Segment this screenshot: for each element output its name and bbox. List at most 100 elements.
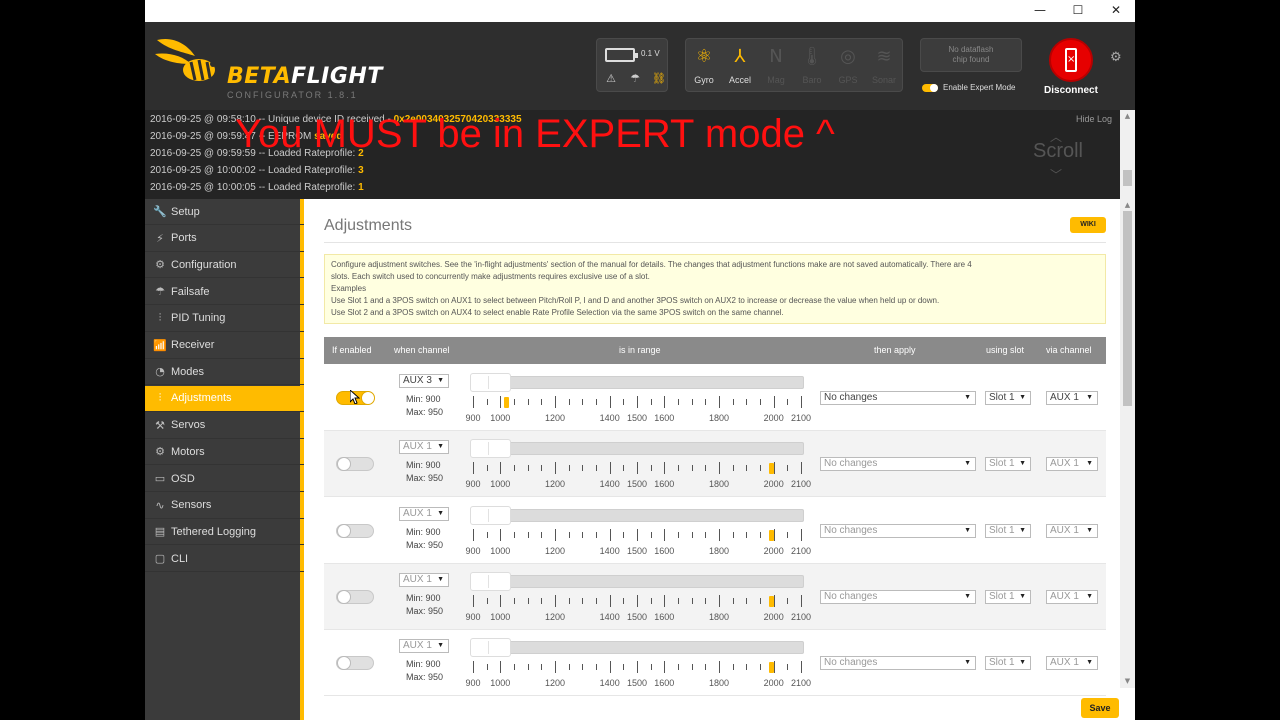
settings-gear-icon[interactable]: ⚙ — [1110, 50, 1122, 65]
disconnect-button[interactable] — [1049, 38, 1093, 82]
range-slider-handle[interactable] — [470, 571, 511, 591]
hide-log-link[interactable]: Hide Log — [1076, 114, 1112, 124]
channel-select[interactable]: AUX 1 ▼ — [399, 506, 449, 521]
range-tick — [568, 399, 570, 405]
slot-select[interactable]: Slot 1 ▼ — [985, 457, 1031, 472]
range-tick — [582, 399, 584, 405]
channel-value-marker — [768, 463, 774, 475]
range-slider-track[interactable] — [470, 574, 804, 588]
channel-select[interactable]: AUX 1 ▼ — [399, 639, 449, 654]
scroll-down-chevron-icon[interactable]: ﹀ — [1050, 166, 1062, 183]
range-tick — [760, 664, 761, 671]
tick-label: 1800 — [708, 678, 730, 689]
range-tick — [623, 597, 625, 604]
via-channel-select[interactable]: AUX 1 ▼ — [1046, 523, 1098, 538]
expert-mode-switch[interactable] — [922, 83, 938, 92]
sidebar-item-pid-tuning[interactable]: ⫶ PID Tuning — [145, 306, 304, 332]
channel-select[interactable]: AUX 3 ▼ — [399, 374, 449, 388]
channel-select[interactable]: AUX 1 ▼ — [399, 572, 449, 587]
sidebar-item-receiver[interactable]: 📶 Receiver — [145, 333, 304, 359]
sidebar-item-sensors[interactable]: ∿ Sensors — [145, 493, 304, 519]
battery-icon — [605, 48, 638, 62]
save-button[interactable]: Save — [1081, 698, 1119, 718]
sidebar-item-configuration[interactable]: ⚙ Configuration — [145, 252, 304, 279]
range-slider-handle[interactable] — [470, 439, 511, 459]
expert-mode-toggle[interactable]: Enable Expert Mode — [922, 83, 1016, 92]
sidebar-item-motors[interactable]: ⚙ Motors — [145, 439, 304, 466]
content-scrollbar[interactable]: ▲ ▼ — [1120, 199, 1135, 688]
range-tick — [609, 528, 611, 541]
maximize-button[interactable]: ☐ — [1059, 0, 1097, 20]
sidebar-item-failsafe[interactable]: ☂ Failsafe — [145, 279, 304, 306]
range-tick — [719, 661, 720, 674]
range-tick — [486, 465, 488, 472]
log-scrollbar[interactable]: ▲ — [1120, 110, 1135, 199]
disconnect-label[interactable]: Disconnect — [1037, 85, 1105, 96]
range-slider-handle[interactable] — [470, 638, 511, 658]
range-tick — [582, 531, 584, 538]
enable-toggle[interactable] — [336, 589, 374, 604]
tick-label: 1200 — [544, 479, 566, 490]
range-slider-track[interactable] — [470, 442, 804, 456]
enable-toggle[interactable] — [336, 656, 374, 671]
sidebar-item-setup[interactable]: 🔧 Setup — [145, 199, 304, 225]
range-tick — [596, 465, 597, 472]
via-channel-select[interactable]: AUX 1 ▼ — [1046, 656, 1098, 671]
sensor-mag: N Mag — [758, 39, 794, 91]
slot-select[interactable]: Slot 1 ▼ — [985, 391, 1031, 405]
slot-select[interactable]: Slot 1 ▼ — [985, 523, 1031, 538]
sidebar-item-osd[interactable]: ▭ OSD — [145, 466, 304, 492]
range-slider-track[interactable] — [470, 641, 804, 655]
tick-label: 2100 — [790, 545, 812, 556]
slot-select[interactable]: Slot 1 ▼ — [985, 589, 1031, 604]
adjustment-row: AUX 1 ▼ Min: 900 Max: 950 900 1000 1200 1400 150… — [324, 563, 1106, 630]
range-tick — [691, 465, 693, 472]
tick-label: 1200 — [544, 545, 566, 556]
enable-toggle[interactable] — [336, 457, 374, 472]
apply-select[interactable]: No changes ▼ — [820, 656, 976, 671]
range-tick — [514, 465, 515, 472]
tick-label: 2100 — [790, 611, 812, 622]
apply-select[interactable]: No changes ▼ — [820, 457, 976, 472]
apply-select[interactable]: No changes ▼ — [820, 523, 976, 538]
sidebar-item-tethered-logging[interactable]: ▤ Tethered Logging — [145, 519, 304, 546]
tick-label: 1500 — [626, 413, 648, 423]
via-channel-select[interactable]: AUX 1 ▼ — [1046, 457, 1098, 472]
sidebar-item-adjustments[interactable]: ⫶ Adjustments — [145, 385, 304, 412]
channel-select[interactable]: AUX 1 ▼ — [399, 440, 449, 455]
sidebar-item-modes[interactable]: ◔ Modes — [145, 359, 304, 386]
apply-select[interactable]: No changes ▼ — [820, 589, 976, 604]
range-slider-track[interactable] — [470, 508, 804, 522]
sidebar-item-ports[interactable]: ⚡ Ports — [145, 226, 304, 252]
enable-toggle[interactable] — [336, 523, 374, 538]
sidebar-item-servos[interactable]: ⚒ Servos — [145, 413, 304, 439]
close-button[interactable]: ✕ — [1097, 0, 1135, 20]
range-slider-handle[interactable] — [470, 505, 511, 525]
sidebar-item-label: Motors — [171, 445, 205, 458]
via-channel-select[interactable]: AUX 1 ▼ — [1046, 589, 1098, 604]
range-tick — [568, 531, 570, 538]
range-tick — [787, 465, 789, 472]
tick-label: 1600 — [654, 479, 675, 490]
sidebar-item-label: Adjustments — [171, 392, 232, 405]
wiki-button[interactable]: WIKI — [1070, 217, 1106, 233]
tick-label: 2000 — [763, 413, 784, 423]
sidebar-item-cli[interactable]: ▢ CLI — [145, 546, 304, 573]
gps-icon: ◎ — [840, 46, 856, 67]
tick-label: 900 — [465, 678, 481, 689]
range-slider-handle[interactable] — [470, 373, 511, 392]
range-max: Max: 950 — [406, 407, 444, 417]
slot-select[interactable]: Slot 1 ▼ — [985, 656, 1031, 671]
range-tick — [527, 531, 529, 538]
range-max: Max: 950 — [406, 539, 444, 550]
chevron-down-icon: ▼ — [964, 394, 971, 401]
range-tick — [541, 531, 543, 538]
via-channel-select[interactable]: AUX 1 ▼ — [1046, 391, 1098, 405]
th-channel: when channel — [394, 345, 450, 355]
range-tick — [637, 528, 638, 541]
note-line: slots. Each switch used to concurrently … — [331, 272, 650, 281]
apply-select[interactable]: No changes ▼ — [820, 391, 976, 405]
range-slider-track[interactable] — [470, 376, 804, 389]
sonar-icon: ≋ — [876, 46, 892, 67]
minimize-button[interactable]: — — [1021, 0, 1059, 20]
